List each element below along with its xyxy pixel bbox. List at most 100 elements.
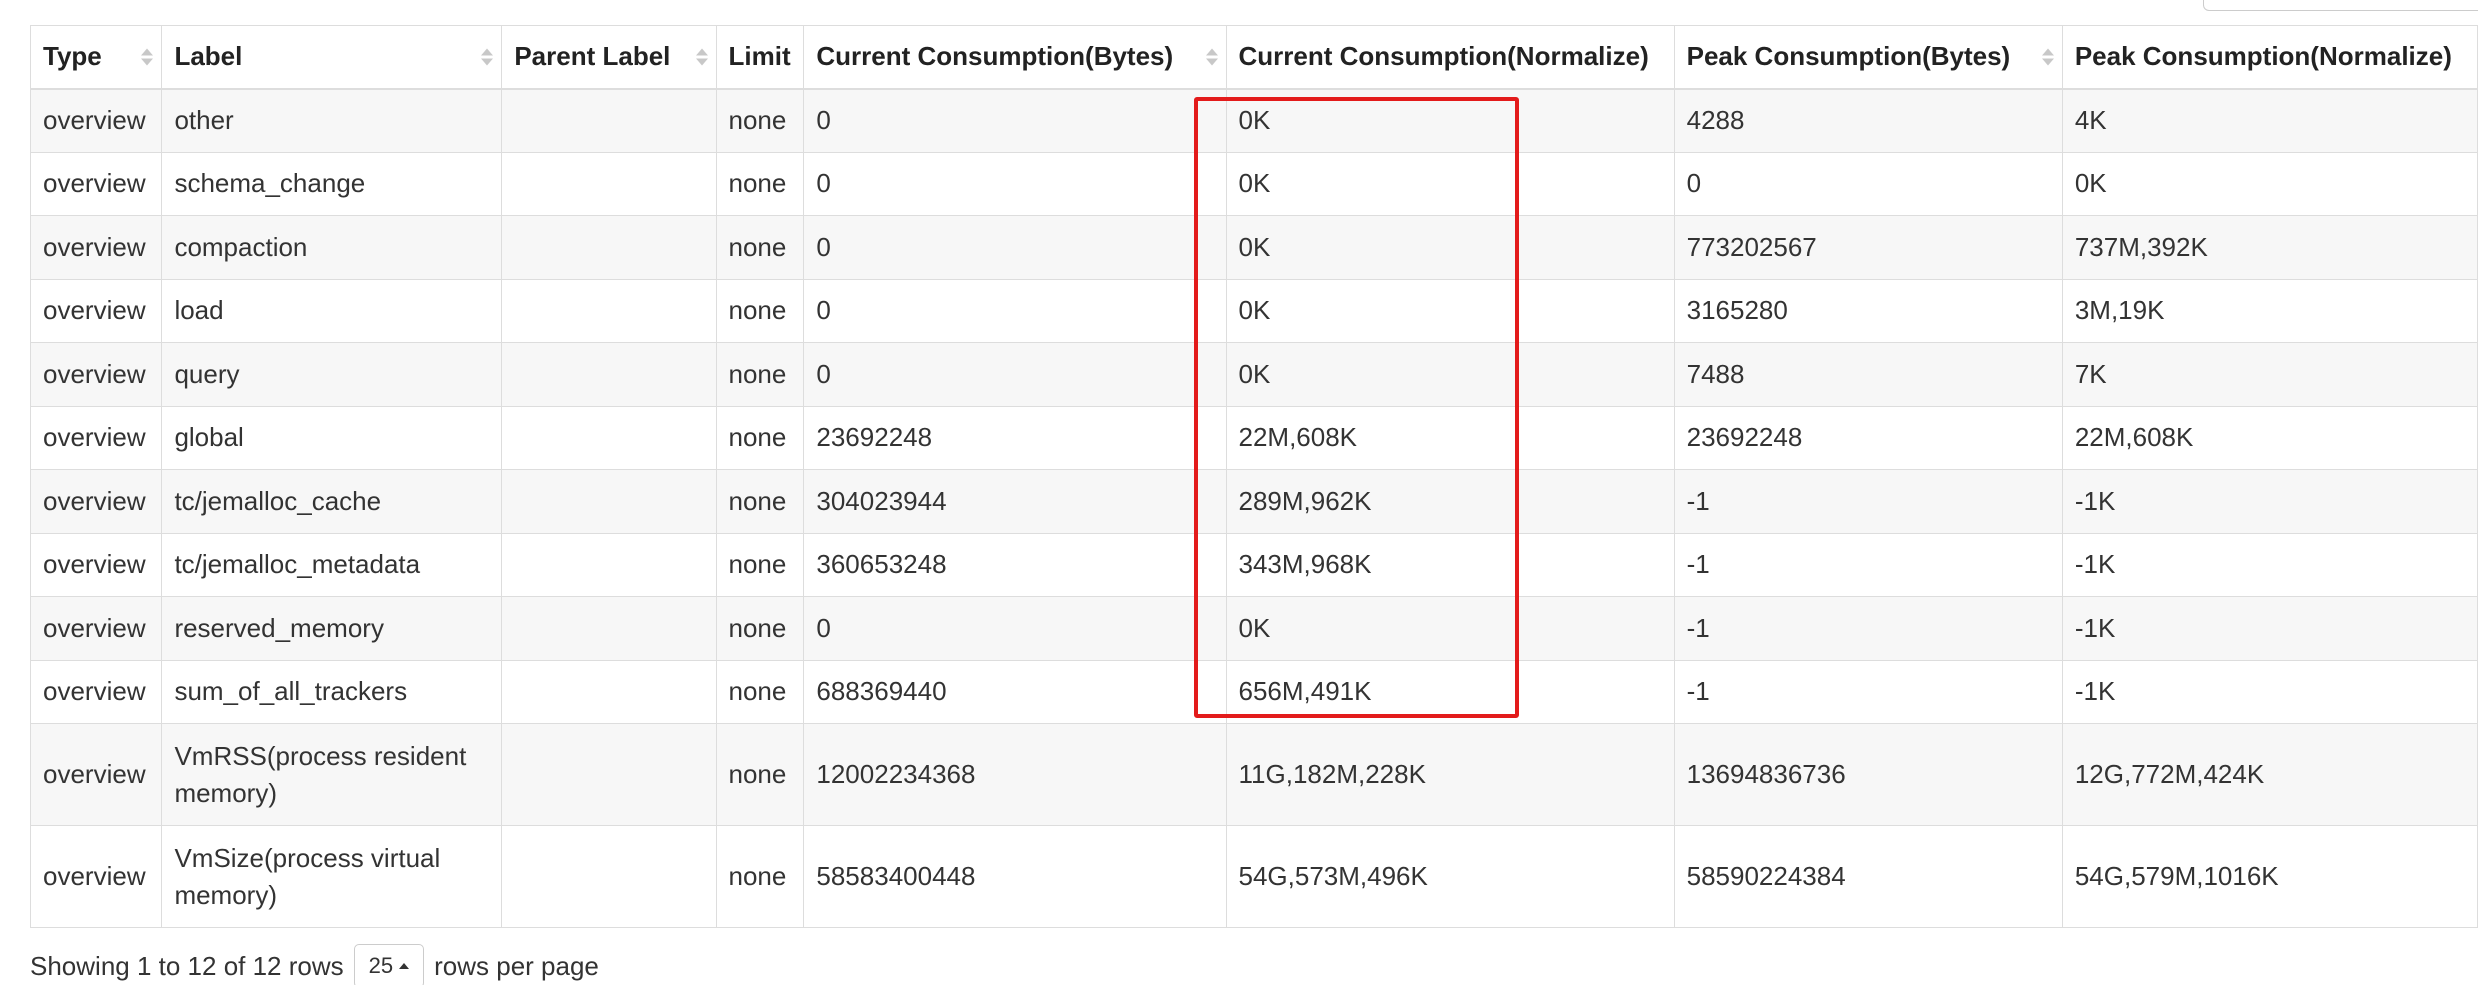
cell-peak-normalize: 12G,772M,424K (2061, 723, 2478, 826)
table-row: overview sum_of_all_trackers none 688369… (29, 659, 2478, 724)
table-row: overview load none 0 0K 3165280 3M,19K (29, 278, 2478, 343)
table-row: overview tc/jemalloc_cache none 30402394… (29, 469, 2478, 534)
column-header-current-normalize[interactable]: Current Consumption(Normalize) (1225, 25, 1675, 90)
cell-limit: none (715, 596, 805, 661)
cell-current-normalize: 22M,608K (1225, 405, 1675, 470)
column-header-label: Label (174, 41, 243, 72)
cell-current-bytes: 304023944 (803, 469, 1227, 534)
cell-current-normalize: 0K (1225, 88, 1675, 153)
cell-peak-bytes: -1 (1673, 469, 2063, 534)
cell-current-normalize: 0K (1225, 278, 1675, 343)
cell-peak-bytes: 23692248 (1673, 405, 2063, 470)
cell-current-normalize: 343M,968K (1225, 532, 1675, 597)
cell-limit: none (715, 825, 805, 928)
cell-peak-normalize: 7K (2061, 342, 2478, 407)
cell-current-normalize: 289M,962K (1225, 469, 1675, 534)
table-row: overview tc/jemalloc_metadata none 36065… (29, 532, 2478, 597)
cell-type: overview (29, 342, 163, 407)
cell-type: overview (29, 88, 163, 153)
cell-current-bytes: 0 (803, 596, 1227, 661)
column-header-label: Current Consumption(Bytes) (816, 41, 1174, 72)
column-header-label: Type (43, 41, 102, 72)
cell-type: overview (29, 532, 163, 597)
cell-limit: none (715, 723, 805, 826)
cell-label: schema_change (161, 151, 503, 216)
column-header-label: Peak Consumption(Bytes) (1686, 41, 2011, 72)
cell-peak-normalize: 0K (2061, 151, 2478, 216)
cell-peak-bytes: 7488 (1673, 342, 2063, 407)
cell-parent-label (501, 469, 717, 534)
cell-current-normalize: 54G,573M,496K (1225, 825, 1675, 928)
cell-peak-normalize: -1K (2061, 596, 2478, 661)
cell-peak-normalize: -1K (2061, 659, 2478, 724)
sort-icon (1205, 48, 1218, 66)
cell-parent-label (501, 215, 717, 280)
cell-parent-label (501, 88, 717, 153)
cell-peak-bytes: -1 (1673, 596, 2063, 661)
cell-limit: none (715, 215, 805, 280)
cell-current-normalize: 0K (1225, 151, 1675, 216)
cell-limit: none (715, 659, 805, 724)
cell-peak-normalize: -1K (2061, 532, 2478, 597)
column-header-label: Parent Label (514, 41, 671, 72)
column-header-current-bytes[interactable]: Current Consumption(Bytes) (803, 25, 1227, 90)
memory-tracker-table: Type Label Parent Label Limit Current Co… (29, 25, 2478, 928)
column-header-parent-label[interactable]: Parent Label (501, 25, 717, 90)
table-row: overview global none 23692248 22M,608K 2… (29, 405, 2478, 470)
cell-limit: none (715, 532, 805, 597)
cell-parent-label (501, 596, 717, 661)
cell-label: global (161, 405, 503, 470)
table-row: overview VmRSS(process resident memory) … (29, 723, 2478, 826)
sort-icon (481, 48, 494, 66)
cell-label: query (161, 342, 503, 407)
cell-label: sum_of_all_trackers (161, 659, 503, 724)
cell-label: tc/jemalloc_cache (161, 469, 503, 534)
cell-type: overview (29, 723, 163, 826)
cell-peak-normalize: 22M,608K (2061, 405, 2478, 470)
cell-label: reserved_memory (161, 596, 503, 661)
cell-parent-label (501, 825, 717, 928)
cell-current-normalize: 0K (1225, 342, 1675, 407)
page: Type Label Parent Label Limit Current Co… (0, 0, 2478, 985)
cell-parent-label (501, 532, 717, 597)
sort-icon (695, 48, 708, 66)
cell-current-bytes: 0 (803, 342, 1227, 407)
sort-icon (2041, 48, 2054, 66)
table-row: overview query none 0 0K 7488 7K (29, 342, 2478, 407)
cell-type: overview (29, 215, 163, 280)
cell-label: load (161, 278, 503, 343)
column-header-peak-bytes[interactable]: Peak Consumption(Bytes) (1673, 25, 2063, 90)
table-row: overview other none 0 0K 4288 4K (29, 88, 2478, 153)
table-row: overview compaction none 0 0K 773202567 … (29, 215, 2478, 280)
search-input[interactable] (2203, 0, 2478, 11)
column-header-peak-normalize[interactable]: Peak Consumption(Normalize) (2061, 25, 2478, 90)
table-row: overview VmSize(process virtual memory) … (29, 825, 2478, 928)
cell-limit: none (715, 151, 805, 216)
cell-parent-label (501, 405, 717, 470)
column-header-label-col[interactable]: Label (161, 25, 503, 90)
cell-current-normalize: 656M,491K (1225, 659, 1675, 724)
table-header-row: Type Label Parent Label Limit Current Co… (29, 25, 2478, 90)
cell-parent-label (501, 278, 717, 343)
column-header-type[interactable]: Type (29, 25, 163, 90)
cell-limit: none (715, 342, 805, 407)
cell-current-bytes: 23692248 (803, 405, 1227, 470)
column-header-label: Peak Consumption(Normalize) (2074, 41, 2452, 72)
cell-limit: none (715, 405, 805, 470)
sort-icon (141, 48, 154, 66)
pagination: Showing 1 to 12 of 12 rows 25 rows per p… (30, 944, 599, 985)
cell-label: tc/jemalloc_metadata (161, 532, 503, 597)
column-header-limit[interactable]: Limit (715, 25, 805, 90)
cell-current-normalize: 11G,182M,228K (1225, 723, 1675, 826)
caret-up-icon (399, 963, 410, 969)
cell-peak-normalize: 737M,392K (2061, 215, 2478, 280)
cell-current-normalize: 0K (1225, 215, 1675, 280)
table-row: overview reserved_memory none 0 0K -1 -1… (29, 596, 2478, 661)
page-size-dropdown[interactable]: 25 (353, 944, 425, 985)
page-size-value: 25 (368, 953, 394, 978)
cell-current-bytes: 0 (803, 88, 1227, 153)
cell-label: compaction (161, 215, 503, 280)
cell-current-bytes: 0 (803, 151, 1227, 216)
cell-peak-bytes: -1 (1673, 659, 2063, 724)
cell-label: VmRSS(process resident memory) (161, 723, 503, 826)
